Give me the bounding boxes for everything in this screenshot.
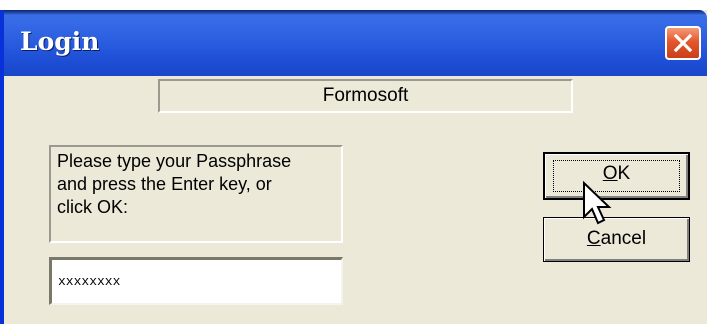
prompt-line-3: click OK: — [57, 197, 129, 217]
focus-indicator — [553, 160, 680, 192]
close-button[interactable] — [665, 26, 701, 60]
cancel-button-label: Cancel — [587, 228, 646, 249]
prompt-line-2: and press the Enter key, or — [57, 174, 272, 194]
product-name-label: Formosoft — [158, 79, 573, 113]
window-title: Login — [20, 27, 100, 56]
arrow-cursor-icon — [583, 181, 612, 225]
passphrase-prompt: Please type your Passphrase and press th… — [49, 145, 343, 243]
cancel-label-rest: ancel — [600, 228, 647, 249]
ok-button[interactable]: OK — [543, 152, 690, 200]
cancel-button[interactable]: Cancel — [543, 217, 690, 262]
close-icon — [673, 33, 693, 53]
prompt-line-1: Please type your Passphrase — [57, 151, 292, 171]
title-bar[interactable]: Login — [4, 10, 707, 76]
cancel-mnemonic: C — [586, 228, 601, 249]
passphrase-input[interactable] — [49, 257, 343, 305]
login-dialog: Login Formosoft Please type your Passphr… — [0, 10, 707, 324]
